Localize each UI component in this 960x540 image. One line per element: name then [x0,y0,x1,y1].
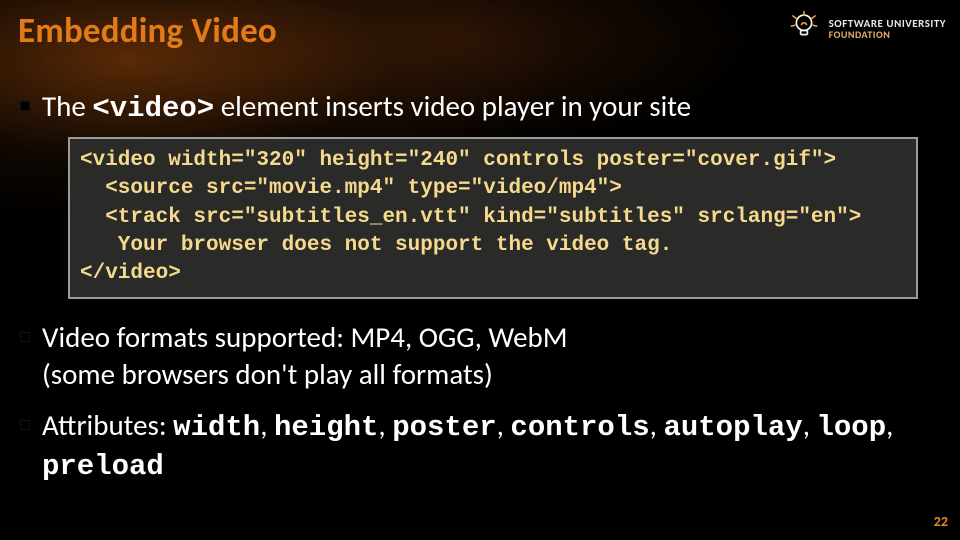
bullet-icon [20,332,30,342]
bullet-item: The <video> element inserts video player… [20,88,940,127]
text-fragment: element inserts video player in your sit… [214,88,691,124]
text-fragment: The [42,88,92,124]
page-number: 22 [934,513,948,530]
slide-title: Embedding Video [18,10,277,52]
attr-name: autoplay [663,411,802,444]
bullet-text-3: Attributes: width, height, poster, contr… [42,407,940,485]
attr-name: preload [42,450,164,483]
bullet-item: Video formats supported: MP4, OGG, WebM … [20,319,940,393]
text-fragment: Video formats supported: MP4, OGG, WebM [42,319,568,355]
attr-name: poster [392,411,496,444]
bullet-item: Attributes: width, height, poster, contr… [20,407,940,485]
attr-name: controls [510,411,649,444]
bullet-icon [20,420,30,430]
slide-content: Embedding Video SOFTWARE UNIVERSITY FOUN… [0,0,960,540]
code-block: <video width="320" height="240" controls… [68,137,918,299]
text-fragment: (some browsers don't play all formats) [42,356,493,392]
bullet-text-1: The <video> element inserts video player… [42,88,940,127]
bullet-text-2: Video formats supported: MP4, OGG, WebM … [42,319,940,393]
bullet-icon [20,101,30,111]
brand-line2: FOUNDATION [829,30,946,41]
attr-name: height [274,411,378,444]
attr-name: loop [816,411,886,444]
lightbulb-icon [787,10,821,49]
brand-logo: SOFTWARE UNIVERSITY FOUNDATION [787,10,946,49]
inline-code: <video> [92,92,214,125]
text-fragment: Attributes: [42,407,173,443]
brand-text: SOFTWARE UNIVERSITY FOUNDATION [829,18,946,40]
attr-name: width [173,411,260,444]
